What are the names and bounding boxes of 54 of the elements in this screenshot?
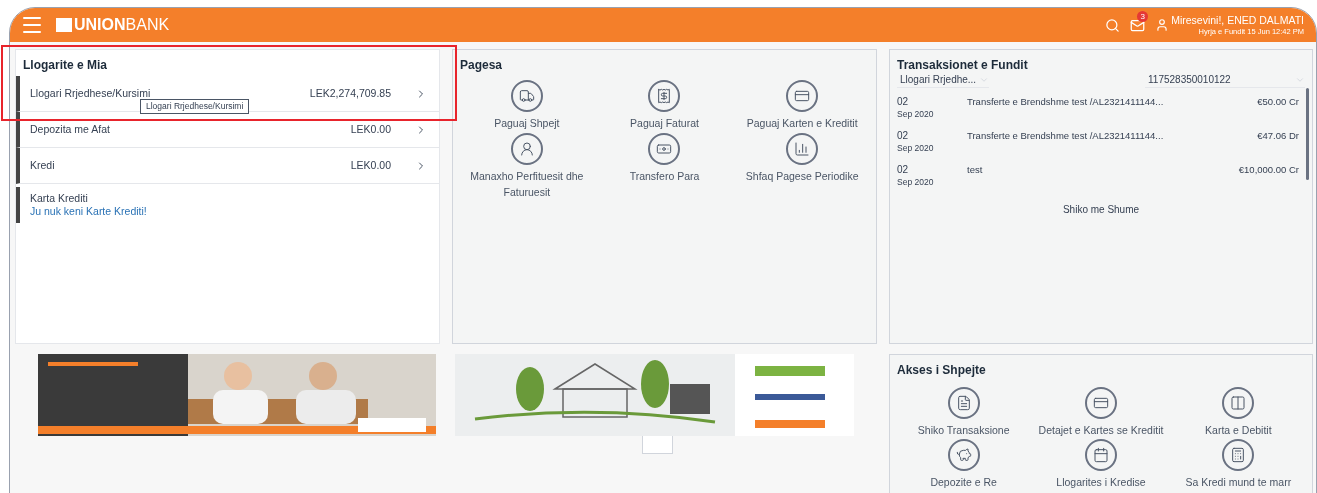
transaction-amount: €50.00 Cr <box>1257 96 1299 109</box>
card-title: Akses i Shpejte <box>896 362 987 379</box>
chart-icon[interactable] <box>786 133 819 165</box>
account-row[interactable]: Kredi LEK0.00 <box>16 148 439 184</box>
show-more-link[interactable]: Shiko me Shume <box>1062 202 1140 217</box>
transaction-month: Sep 2020 <box>897 176 935 188</box>
greeting: Miresevini!, ENED DALMATI <box>1171 14 1304 26</box>
document-icon[interactable] <box>947 387 980 419</box>
transaction-day: 02 <box>897 130 967 142</box>
transaction-description: Transferte e Brendshme test /AL2321411144... <box>967 130 1164 143</box>
action-label[interactable]: Transfero Para <box>594 168 735 184</box>
no-card-message[interactable]: Ju nuk keni Karte Krediti! <box>30 205 439 218</box>
piggy-bank-icon[interactable] <box>947 439 980 471</box>
action-label[interactable]: Depozite e Re <box>893 474 1034 490</box>
action-label[interactable]: Paguaj Shpejt <box>456 115 597 131</box>
account-row-label: Karta Krediti <box>30 192 89 205</box>
action-label[interactable]: Detajet e Kartes se Kreditit <box>1031 422 1171 438</box>
transaction-day: 02 <box>897 164 967 176</box>
notification-badge: 3 <box>1137 10 1149 22</box>
account-number-select[interactable]: 117528350010122 <box>1145 72 1305 88</box>
action-label[interactable]: Sa Kredi mund te marr <box>1168 474 1309 490</box>
action-label[interactable]: Llogarites i Kredise <box>1031 474 1171 490</box>
search-icon[interactable] <box>1105 17 1121 33</box>
action-label[interactable]: Shfaq Pagese Periodike <box>732 168 873 184</box>
calculator-icon[interactable] <box>1222 439 1255 471</box>
card-icon[interactable] <box>1085 387 1117 419</box>
mail-icon[interactable] <box>1130 17 1146 33</box>
account-row[interactable]: Llogari Rrjedhese/Kursimi LEK2,274,709.85 Llogari Rrjedhese/Kursimi <box>16 76 439 112</box>
action-label[interactable]: Paguaj Karten e Kreditit <box>732 115 873 131</box>
action-label[interactable]: Shiko Transaksione <box>893 422 1034 438</box>
card-icon[interactable] <box>786 80 819 112</box>
card-title: Transaksionet e Fundit <box>897 57 1029 72</box>
account-row[interactable]: Depozita me Afat LEK0.00 <box>16 112 439 148</box>
banknote-icon[interactable] <box>648 133 681 165</box>
transaction-day: 02 <box>897 96 967 108</box>
card-title: Llogarite e Mia <box>22 57 109 74</box>
action-label[interactable]: Karta e Debitit <box>1168 422 1309 438</box>
truck-icon[interactable] <box>510 80 543 112</box>
card-title: Pagesa <box>459 57 504 74</box>
transaction-description: test <box>967 164 983 177</box>
transaction-amount: €10,000.00 Cr <box>1238 164 1299 177</box>
receipt-icon[interactable] <box>648 80 681 112</box>
transaction-amount: €47.06 Dr <box>1257 130 1299 143</box>
columns-icon[interactable] <box>1222 387 1255 419</box>
account-select[interactable]: Llogari Rrjedhe... <box>897 72 989 88</box>
action-label[interactable]: Manaxho Perfituesit dhe Faturuesit <box>456 168 597 200</box>
person-icon[interactable] <box>510 133 543 165</box>
user-icon[interactable] <box>1155 18 1170 32</box>
tooltip: Llogari Rrjedhese/Kursimi <box>140 99 250 114</box>
action-label[interactable]: Paguaj Faturat <box>594 115 735 131</box>
transaction-description: Transferte e Brendshme test /AL2321411144... <box>967 96 1164 109</box>
calendar-icon[interactable] <box>1085 439 1117 471</box>
transaction-month: Sep 2020 <box>897 142 935 154</box>
transaction-month: Sep 2020 <box>897 108 935 120</box>
